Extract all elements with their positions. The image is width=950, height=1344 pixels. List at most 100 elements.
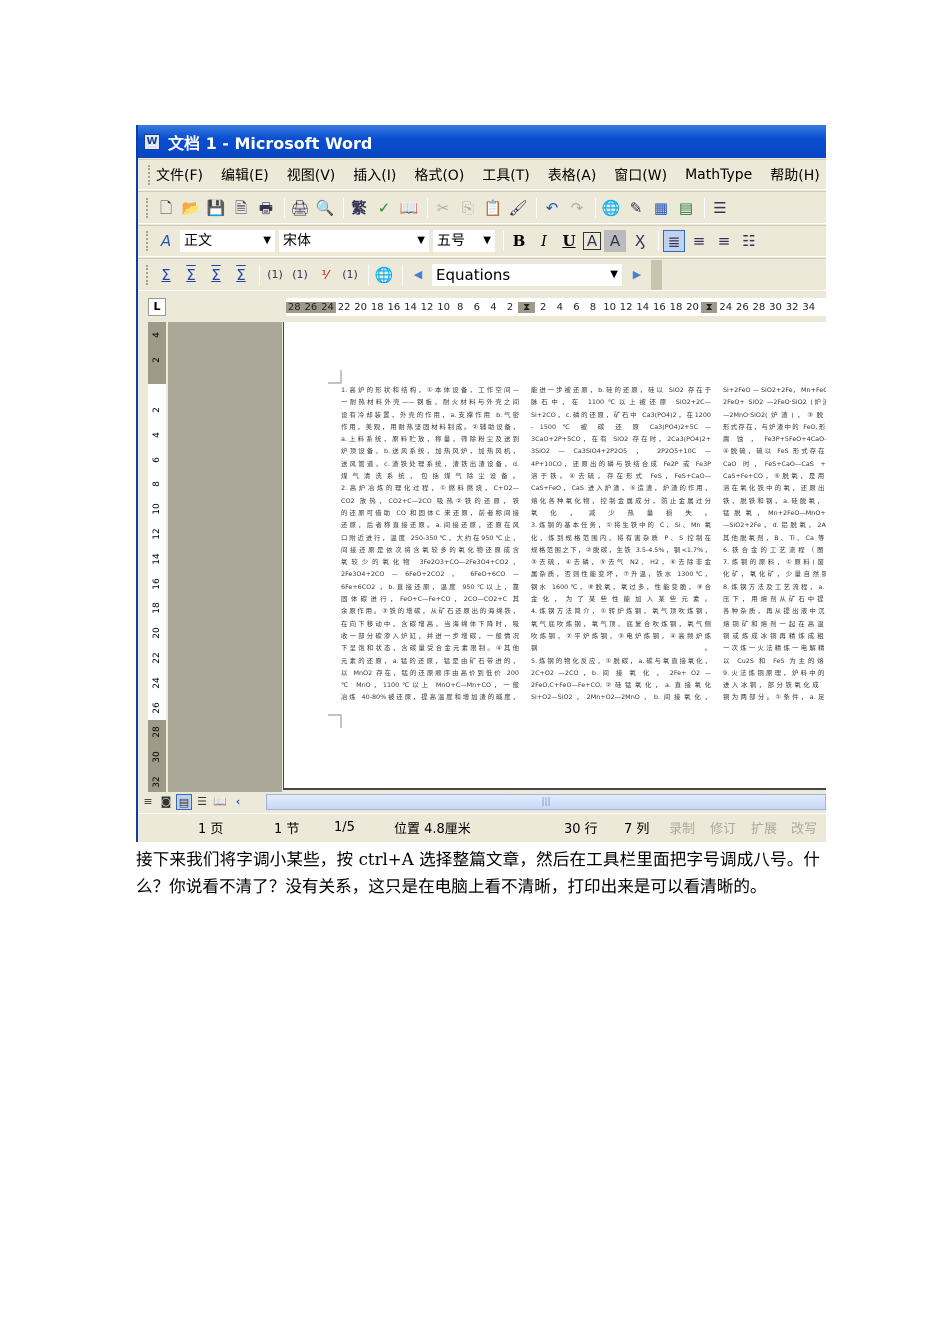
style-select[interactable]: 正文 ▼ xyxy=(180,230,275,252)
normal-view-icon[interactable]: ≡ xyxy=(140,794,156,810)
research-icon[interactable]: 📖 xyxy=(398,197,420,219)
indent-marker-icon[interactable]: ⧗ xyxy=(518,301,535,313)
text-line: 压下，用熔剂从矿石中提出 xyxy=(723,595,826,604)
reading-view-icon[interactable]: 📖 xyxy=(212,794,228,810)
menu-mathtype[interactable]: MathType xyxy=(685,167,752,183)
copy-icon[interactable]: ⎘ xyxy=(457,197,479,219)
outline-view-icon[interactable]: ☰ xyxy=(194,794,210,810)
menu-tools[interactable]: 工具(T) xyxy=(482,165,529,185)
char-scale-icon[interactable]: Ӽ xyxy=(629,230,651,252)
menu-insert[interactable]: 插入(I) xyxy=(353,165,396,185)
char-shading-icon[interactable]: A xyxy=(604,230,626,252)
open-icon[interactable]: 📂 xyxy=(180,197,202,219)
text-line: 在向下移动中，含碳增高，当海绵体下降时，吸 xyxy=(341,619,519,628)
vertical-ruler[interactable]: 4 2 2 4 6 8 10 12 14 16 18 20 22 24 26 28 30 32 xyxy=(148,322,166,792)
display-equation-icon[interactable]: Σ xyxy=(180,264,202,286)
tables-borders-icon[interactable]: ✎ xyxy=(625,197,647,219)
ruler-tick-label: 2 xyxy=(540,301,547,313)
redo-icon[interactable]: ↷ xyxy=(566,197,588,219)
underline-button[interactable]: U xyxy=(558,230,580,252)
permission-icon[interactable]: 🗎 xyxy=(230,197,252,219)
format-painter-icon[interactable]: 🖌 xyxy=(507,197,529,219)
insert-equation-reference-button[interactable]: (1) xyxy=(289,264,311,286)
toolbar-grip[interactable] xyxy=(146,197,149,218)
scroll-left-icon[interactable]: ‹ xyxy=(230,794,246,810)
menu-view[interactable]: 视图(V) xyxy=(287,165,336,185)
body-paragraph: 接下来我们将字调小某些，按 ctrl+A 选择整篇文章，然后在工具栏里面把字号调… xyxy=(136,850,820,896)
font-select[interactable]: 宋体 ▼ xyxy=(279,230,429,252)
text-line: CaO 时，FeS+CaO—CaS +Fe xyxy=(723,459,826,468)
horizontal-scrollbar[interactable]: ||| xyxy=(266,794,826,810)
indent-marker-icon[interactable]: ⧗ xyxy=(700,301,718,313)
text-column-3: Si+2FeO — SiO2+2Fe， Mn+FeO— 2FeO+ SiO2 —2… xyxy=(723,384,826,704)
globe-equation-icon[interactable]: 🌐 xyxy=(373,264,395,286)
chevron-down-icon: ▼ xyxy=(610,268,618,280)
cut-icon[interactable]: ✂ xyxy=(432,197,454,219)
distributed-icon[interactable]: ☷ xyxy=(738,230,760,252)
spelling-icon[interactable]: ✓ xyxy=(373,197,395,219)
previous-arrow-icon[interactable]: ◀ xyxy=(407,264,429,286)
traditional-chinese-icon[interactable]: 繁 xyxy=(348,197,370,219)
update-equation-numbers-button[interactable]: (1) xyxy=(339,264,361,286)
status-track-changes[interactable]: 修订 xyxy=(710,818,736,837)
toolbar-grip[interactable] xyxy=(148,164,150,185)
insert-table-icon[interactable]: ▦ xyxy=(650,197,672,219)
text-column-1: 1.高炉的形状和结构，①本体设备，工作空间— 一耐热材料外壳——钢板，耐火材料与外… xyxy=(341,384,519,704)
text-line: 熔铜矿和熔剂一起在高温下 xyxy=(723,619,826,628)
status-record[interactable]: 录制 xyxy=(669,818,695,837)
print-preview-icon[interactable]: 🔍 xyxy=(314,197,336,219)
font-size-select[interactable]: 五号 ▼ xyxy=(433,230,495,252)
text-line: 煤气清洗系统，包括煤气除尘设备。 xyxy=(341,472,519,481)
undo-icon[interactable]: ↶ xyxy=(541,197,563,219)
ruler-tick-label: 26 xyxy=(302,301,320,313)
align-right-icon[interactable]: ≡ xyxy=(713,230,735,252)
ruler-tick-label: 20 xyxy=(354,301,368,313)
ruler-tick-label: 24 xyxy=(719,301,733,313)
menu-window[interactable]: 窗口(W) xyxy=(614,165,667,185)
italic-button[interactable]: I xyxy=(533,230,555,252)
insert-chapter-break-icon[interactable]: ⅟ xyxy=(314,264,336,286)
left-numbered-equation-icon[interactable]: Σ xyxy=(205,264,227,286)
align-center-icon[interactable]: ≡ xyxy=(688,230,710,252)
insert-excel-icon[interactable]: ▤ xyxy=(675,197,697,219)
hyperlink-icon[interactable]: 🌐 xyxy=(600,197,622,219)
email-icon[interactable]: 🖶 xyxy=(255,197,277,219)
equations-select[interactable]: Equations ▼ xyxy=(432,263,622,286)
menu-edit[interactable]: 编辑(E) xyxy=(221,165,269,185)
paste-icon[interactable]: 📋 xyxy=(482,197,504,219)
menu-help[interactable]: 帮助(H) xyxy=(770,165,819,185)
status-column: 7 列 xyxy=(624,822,650,837)
insert-equation-number-button[interactable]: (1) xyxy=(264,264,286,286)
status-overtype[interactable]: 改写 xyxy=(791,818,817,837)
horizontal-ruler[interactable]: L 28 26 24 22 20 18 16 14 12 10 8 6 4 2 ⧗ 2 4 6 8 10 12 14 16 1… xyxy=(138,295,826,319)
document-page[interactable]: 1.高炉的形状和结构，①本体设备，工作空间— 一耐热材料外壳——钢板，耐火材料与外… xyxy=(283,322,826,790)
bold-button[interactable]: B xyxy=(508,230,530,252)
print-layout-icon[interactable]: ▤ xyxy=(176,794,192,810)
inline-equation-icon[interactable]: Σ xyxy=(155,264,177,286)
menu-file[interactable]: 文件(F) xyxy=(156,165,203,185)
new-icon[interactable]: 🗋 xyxy=(155,197,177,219)
text-line: 铁，脱铁和钢，a.硅脱氧，Fe xyxy=(723,496,826,505)
text-line: 2C+O2 —2CO ，b. 间 接 氧 化 ， 2Fe+ O2 — xyxy=(531,668,711,677)
right-numbered-equation-icon[interactable]: Σ xyxy=(230,264,252,286)
align-justify-icon[interactable]: ≣ xyxy=(663,230,685,252)
columns-icon[interactable]: ☰ xyxy=(709,197,731,219)
next-arrow-icon[interactable]: ▶ xyxy=(626,264,648,286)
styles-icon[interactable]: A xyxy=(155,230,177,252)
ruler-tick-label: 10 xyxy=(437,301,450,313)
web-view-icon[interactable]: ◙ xyxy=(158,794,174,810)
char-border-icon[interactable]: A xyxy=(583,232,601,250)
status-extend[interactable]: 扩展 xyxy=(751,818,777,837)
tab-selector[interactable]: L xyxy=(148,298,166,316)
toolbar-grip[interactable] xyxy=(146,264,149,285)
toolbar-grip[interactable] xyxy=(146,231,149,251)
print-icon[interactable]: 🖨 xyxy=(289,197,311,219)
text-line: 金化，为了某些性能加入某些元素。 xyxy=(531,595,711,604)
ruler-tick-label: 24 xyxy=(152,677,162,689)
toolbar-options-icon[interactable] xyxy=(651,259,662,290)
text-line: 6.铁合金的工艺流程（图） xyxy=(723,545,826,554)
menu-format[interactable]: 格式(O) xyxy=(414,165,464,185)
text-line: 设有冷却装置，外壳的作用，a.支撑作用 b.气密 xyxy=(341,410,519,419)
menu-table[interactable]: 表格(A) xyxy=(548,165,597,185)
save-icon[interactable]: 💾 xyxy=(205,197,227,219)
